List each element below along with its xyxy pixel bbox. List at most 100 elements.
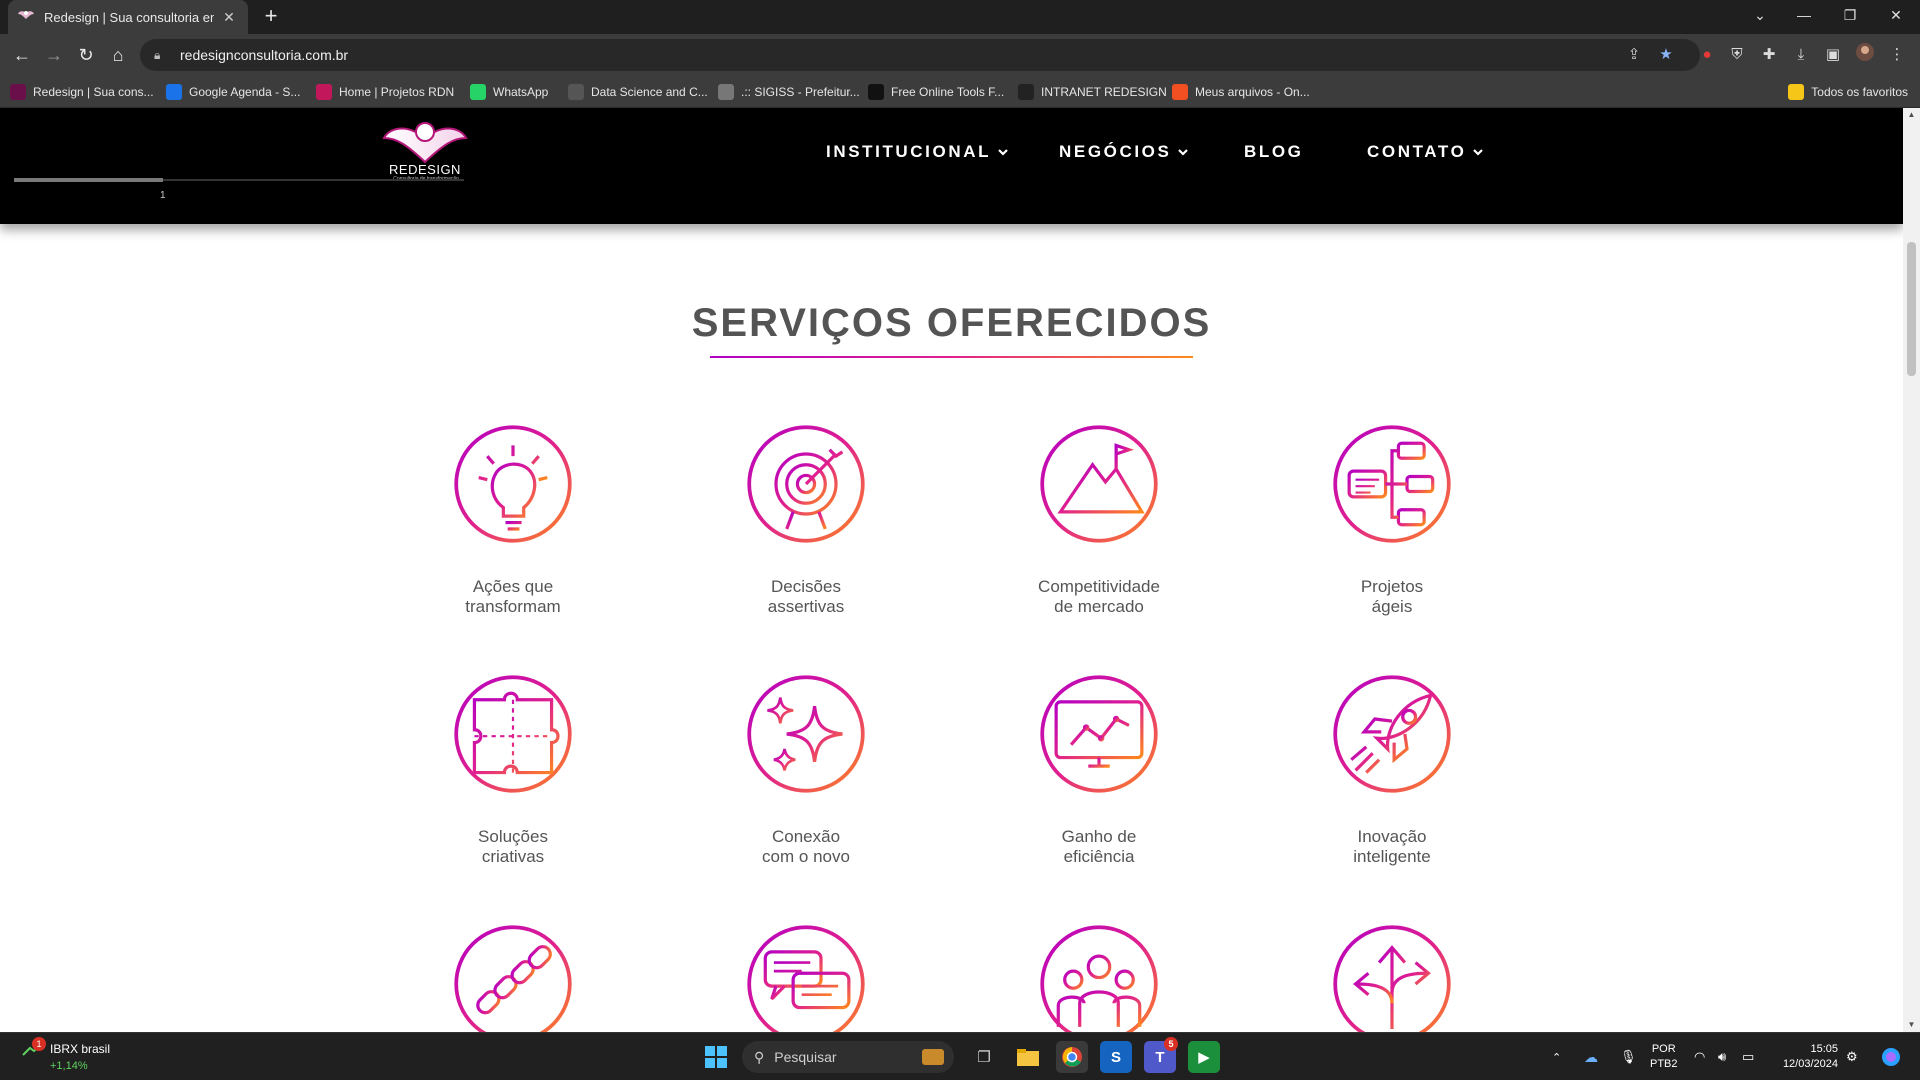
service-label-line1: Decisões <box>771 577 841 596</box>
restore-button[interactable]: ❐ <box>1828 0 1872 30</box>
service-card[interactable]: Ações que transformam <box>403 424 623 624</box>
all-bookmarks-folder[interactable]: Todos os favoritos <box>1788 81 1908 103</box>
service-label-line1: Competitividade <box>1038 577 1160 596</box>
shield-extension-icon[interactable]: ⛨ <box>1724 42 1750 68</box>
copilot-icon[interactable] <box>1880 1033 1902 1080</box>
tab-close-icon[interactable]: ✕ <box>220 9 238 26</box>
close-window-button[interactable]: ✕ <box>1874 0 1918 30</box>
menu-kebab-icon[interactable]: ⋮ <box>1884 42 1910 68</box>
service-label-line2: assertivas <box>767 597 845 616</box>
battery-icon[interactable]: ▭ <box>1742 1033 1754 1080</box>
bookmark-item[interactable]: .:: SIGISS - Prefeitur... <box>718 81 860 103</box>
bookmark-item[interactable]: Home | Projetos RDN <box>316 81 454 103</box>
page-scrollbar[interactable]: ▲ ▼ <box>1903 108 1920 1032</box>
service-label: Competitividade de mercado <box>989 577 1209 617</box>
bookmark-label: Data Science and C... <box>591 85 708 99</box>
back-icon[interactable]: ← <box>8 41 36 69</box>
task-view-icon[interactable]: ❐ <box>968 1041 1000 1073</box>
wifi-icon[interactable]: ◠ <box>1694 1033 1705 1080</box>
widget-badge: 1 <box>32 1037 46 1051</box>
language-indicator[interactable]: POR PTB2 <box>1650 1042 1678 1072</box>
chrome-icon[interactable] <box>1056 1041 1088 1073</box>
tab-search-icon[interactable]: ⌄ <box>1738 0 1782 30</box>
service-card[interactable]: Conexão com o novo <box>696 674 916 874</box>
title-underline <box>710 356 1193 358</box>
rdn-icon <box>316 84 332 100</box>
file-explorer-icon[interactable] <box>1012 1041 1044 1073</box>
service-label: Conexão com o novo <box>696 827 916 867</box>
minimize-button[interactable]: — <box>1782 0 1826 30</box>
bookmark-star-icon[interactable]: ★ <box>1652 39 1680 71</box>
service-label-line1: Soluções <box>478 827 548 846</box>
tab-strip: Redesign | Sua consultoria empr ✕ + ⌄ — … <box>0 0 1920 34</box>
bookmark-item[interactable]: Free Online Tools F... <box>868 81 1004 103</box>
bookmark-item[interactable]: Google Agenda - S... <box>166 81 300 103</box>
scroll-up-icon[interactable]: ▲ <box>1903 108 1920 122</box>
volume-icon[interactable]: 🔊︎ <box>1718 1033 1726 1080</box>
menu-contato[interactable]: CONTATO <box>1367 140 1484 164</box>
menu-negocios[interactable]: NEGÓCIOS <box>1059 140 1189 164</box>
service-label-line2: transformam <box>465 597 561 616</box>
service-label-line1: Inovação <box>1357 827 1427 846</box>
puzzle-icon <box>454 675 572 793</box>
service-label: Ganho de eficiência <box>989 827 1209 867</box>
forward-icon[interactable]: → <box>40 41 68 69</box>
whatsapp-icon <box>470 84 486 100</box>
service-card[interactable]: Projetos ágeis <box>1282 424 1502 624</box>
service-card[interactable]: Inovação inteligente <box>1282 674 1502 874</box>
media-app-icon[interactable]: ▶ <box>1188 1041 1220 1073</box>
service-card[interactable]: Decisões assertivas <box>696 424 916 624</box>
mountain-flag-icon <box>1040 425 1158 543</box>
bookmark-item[interactable]: INTRANET REDESIGN <box>1018 81 1167 103</box>
tray-chevron-icon[interactable]: ⌃ <box>1552 1033 1561 1080</box>
microphone-icon[interactable]: 🎙︎ <box>1620 1033 1637 1080</box>
notifications-icon[interactable]: ⚙︎ <box>1846 1033 1858 1080</box>
scroll-down-icon[interactable]: ▼ <box>1903 1018 1920 1032</box>
taskbar-search[interactable]: ⚲ Pesquisar <box>742 1041 954 1073</box>
menu-institucional[interactable]: INSTITUCIONAL <box>826 140 1009 164</box>
side-panel-icon[interactable]: ▣ <box>1820 42 1846 68</box>
scrollbar-thumb[interactable] <box>1907 242 1916 376</box>
service-label-line2: ágeis <box>1371 597 1413 616</box>
address-bar[interactable]: 🔒︎ redesignconsultoria.com.br ⇪ ★ <box>140 39 1700 71</box>
redesign-favicon-icon <box>18 9 34 25</box>
browser-tab[interactable]: Redesign | Sua consultoria empr ✕ <box>8 0 248 34</box>
search-icon: ⚲ <box>754 1048 765 1065</box>
service-card[interactable] <box>1282 924 1502 1032</box>
home-icon[interactable]: ⌂ <box>104 41 132 69</box>
bookmark-item[interactable]: Meus arquivos - On... <box>1172 81 1310 103</box>
sparkles-icon <box>747 675 865 793</box>
service-card[interactable] <box>696 924 916 1032</box>
service-card[interactable] <box>989 924 1209 1032</box>
system-clock[interactable]: 15:05 12/03/2024 <box>1783 1042 1838 1072</box>
new-tab-button[interactable]: + <box>258 4 284 30</box>
bookmark-item[interactable]: Redesign | Sua cons... <box>10 81 154 103</box>
extensions-puzzle-icon[interactable]: ✚ <box>1756 42 1782 68</box>
service-label: Ações que transformam <box>403 577 623 617</box>
datascience-icon <box>568 84 584 100</box>
sigiss-icon <box>718 84 734 100</box>
logo-wordmark: REDESIGN <box>389 162 461 177</box>
service-label-line2: eficiência <box>1063 847 1135 866</box>
service-label: Decisões assertivas <box>696 577 916 617</box>
menu-blog[interactable]: BLOG <box>1244 140 1304 164</box>
service-card[interactable]: Soluções criativas <box>403 674 623 874</box>
extension-alert-icon[interactable]: ● <box>1694 42 1720 68</box>
onedrive-icon[interactable]: ☁ <box>1584 1033 1598 1080</box>
bookmark-item[interactable]: WhatsApp <box>470 81 548 103</box>
service-card[interactable]: Competitividade de mercado <box>989 424 1209 624</box>
service-card[interactable] <box>403 924 623 1032</box>
download-icon[interactable]: ⤓ <box>1788 42 1814 68</box>
app-s-icon[interactable]: S <box>1100 1041 1132 1073</box>
windows-start-icon[interactable] <box>700 1041 732 1073</box>
teams-icon[interactable]: T 5 <box>1144 1037 1178 1073</box>
profile-avatar[interactable] <box>1852 42 1878 68</box>
reload-icon[interactable]: ↻ <box>72 41 100 69</box>
team-icon <box>1040 925 1158 1032</box>
stock-widget[interactable]: IBRX brasil +1,14% 1 <box>22 1037 110 1072</box>
service-card[interactable]: Ganho de eficiência <box>989 674 1209 874</box>
share-icon[interactable]: ⇪ <box>1620 39 1648 71</box>
intranet-icon <box>1018 84 1034 100</box>
microsoft-icon <box>1172 84 1188 100</box>
bookmark-item[interactable]: Data Science and C... <box>568 81 708 103</box>
